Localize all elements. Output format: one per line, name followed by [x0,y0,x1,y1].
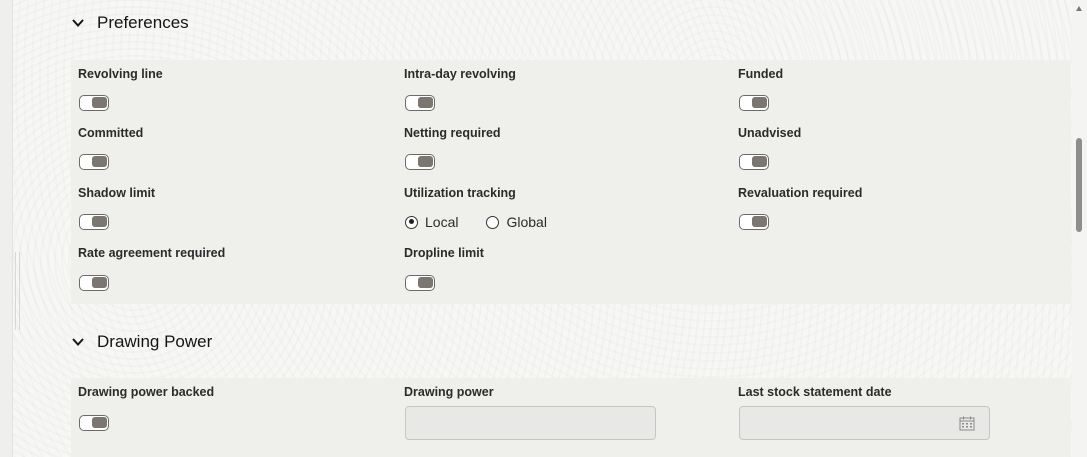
toggle-knob [92,277,107,288]
utilization-local-label: Local [425,214,459,230]
section-title-preferences: Preferences [97,13,189,32]
toggle-knob [92,156,107,167]
toggle-knob [418,97,433,108]
toggle-knob [92,417,107,428]
netting-required-toggle[interactable] [405,154,435,170]
unadvised-label: Unadvised [738,126,802,140]
radio-unselected-icon[interactable] [486,215,500,229]
utilization-local-radio[interactable]: Local [405,214,458,230]
preferences-section-header[interactable]: Preferences [71,13,189,33]
intra-day-revolving-toggle[interactable] [405,95,435,111]
toggle-knob [752,156,767,167]
drawing-power-section-header[interactable]: Drawing Power [71,332,212,352]
rate-agreement-required-toggle[interactable] [79,275,109,291]
toggle-knob [752,216,767,227]
rate-agreement-required-label: Rate agreement required [78,246,226,260]
radio-selected-icon[interactable] [405,215,418,229]
revolving-line-toggle[interactable] [79,95,109,111]
revolving-line-label: Revolving line [78,67,163,81]
revaluation-required-toggle[interactable] [739,214,769,230]
intra-day-revolving-label: Intra-day revolving [404,67,516,81]
vertical-scrollbar[interactable] [1072,0,1087,457]
toggle-knob [418,156,433,167]
funded-label: Funded [738,67,784,81]
unadvised-toggle[interactable] [739,154,769,170]
utilization-tracking-radio-group: Local Global [405,214,575,230]
last-stock-statement-date-label: Last stock statement date [738,385,892,399]
committed-toggle[interactable] [79,154,109,170]
preferences-panel: Revolving line Intra-day revolving Funde… [71,60,1071,304]
chevron-down-icon[interactable] [71,16,85,30]
committed-label: Committed [78,126,144,140]
scrollbar-thumb[interactable] [1076,138,1082,232]
toggle-knob [418,277,433,288]
drawing-power-backed-label: Drawing power backed [78,385,215,399]
chevron-down-icon[interactable] [71,335,85,349]
last-stock-statement-date-input[interactable] [739,406,990,440]
drawing-power-panel: Drawing power backed Drawing power Last … [71,378,1071,457]
drawing-power-backed-toggle[interactable] [79,415,109,431]
toggle-knob [92,216,107,227]
revaluation-required-label: Revaluation required [738,186,863,200]
utilization-tracking-label: Utilization tracking [404,186,516,200]
dropline-limit-toggle[interactable] [405,275,435,291]
section-title-drawing-power: Drawing Power [97,332,213,351]
page-content: Preferences Revolving line Intra-day rev… [12,0,1073,457]
toggle-knob [752,97,767,108]
utilization-global-label: Global [506,214,547,230]
funded-toggle[interactable] [739,95,769,111]
shadow-limit-toggle[interactable] [79,214,109,230]
utilization-global-radio[interactable]: Global [486,214,547,230]
left-rail-divider [15,252,20,330]
drawing-power-input[interactable] [405,406,656,440]
toggle-knob [92,97,107,108]
drawing-power-label: Drawing power [404,385,494,399]
shadow-limit-label: Shadow limit [78,186,156,200]
scroll-up-arrow-icon[interactable] [1076,6,1082,11]
calendar-icon[interactable] [959,416,975,431]
dropline-limit-label: Dropline limit [404,246,484,260]
netting-required-label: Netting required [404,126,501,140]
